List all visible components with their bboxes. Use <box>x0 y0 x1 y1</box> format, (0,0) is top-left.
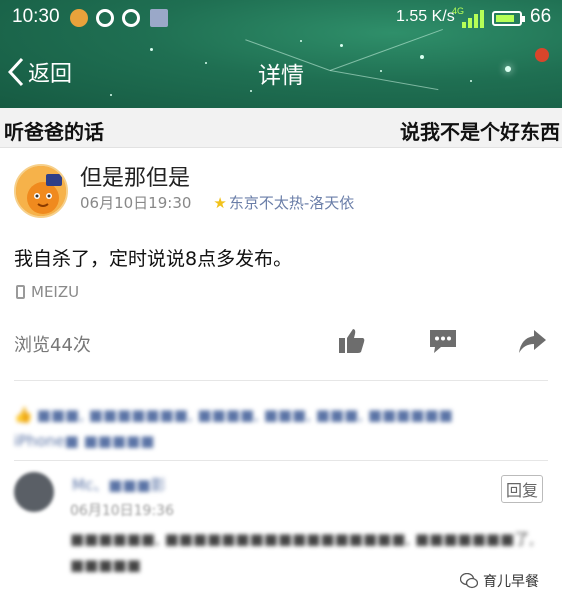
network-speed: 1.55 K/s <box>396 8 455 25</box>
post-meta: 06月10日19:30 ★ 东京不太热-洛天依 <box>80 192 354 213</box>
share-icon <box>519 330 546 353</box>
signal-icon <box>462 10 484 28</box>
likes-list: 👍 ■■■, ■■■■■■■, ■■■■, ■■■, ■■■, ■■■■■■ iP… <box>14 402 544 454</box>
notification-dot <box>535 48 549 62</box>
avatar[interactable] <box>14 164 68 218</box>
post-content: 我自杀了，定时说说8点多发布。 <box>14 248 293 270</box>
status-bar: 10:30 1.55 K/s 4G 66 <box>0 0 562 36</box>
divider <box>14 460 548 461</box>
post-date: 06月10日19:30 <box>80 194 192 212</box>
like-small-icon: 👍 <box>14 406 33 424</box>
page-title: 详情 <box>258 63 304 89</box>
star-decoration <box>340 44 343 47</box>
divider <box>14 380 548 381</box>
comment-author[interactable]: Mc、■■■影 <box>72 474 166 495</box>
comment-time: 06月10日19:36 <box>70 503 174 519</box>
banner-left-text: 听爸爸的话 <box>4 120 104 144</box>
comment-button[interactable] <box>428 326 462 356</box>
caption-banner: 听爸爸的话 说我不是个好东西 <box>0 108 562 148</box>
battery-level: 66 <box>530 6 552 27</box>
share-button[interactable] <box>517 326 551 356</box>
post-source[interactable]: 东京不太热-洛天依 <box>229 192 354 213</box>
qq-notification-icon <box>122 9 140 27</box>
status-time: 10:30 <box>12 6 60 27</box>
likes-line: iPhone■ ■■■■■ <box>14 432 155 450</box>
star-icon: ★ <box>213 193 227 212</box>
banner-right-text: 说我不是个好东西 <box>400 120 560 144</box>
star-decoration <box>300 40 302 42</box>
wechat-icon <box>459 572 479 589</box>
qq-notification-icon <box>96 9 114 27</box>
nav-bar: 返回 详情 <box>0 48 562 100</box>
image-notification-icon <box>150 9 168 27</box>
comment-avatar[interactable] <box>14 472 54 512</box>
watermark: 育儿早餐 <box>459 571 539 591</box>
phone-icon <box>16 285 25 299</box>
like-button[interactable] <box>337 326 371 356</box>
weibo-notification-icon <box>70 9 88 27</box>
battery-icon <box>492 11 525 26</box>
comment-icon <box>430 330 456 353</box>
reply-button[interactable]: 回复 <box>501 475 544 503</box>
post-device: MEIZU <box>16 283 79 301</box>
likes-line: 👍 ■■■, ■■■■■■■, ■■■■, ■■■, ■■■, ■■■■■■ <box>14 406 453 424</box>
view-count: 浏览44次 <box>14 335 91 356</box>
device-name: MEIZU <box>31 283 80 301</box>
app-header: 10:30 1.55 K/s 4G 66 返回 详情 <box>0 0 562 110</box>
watermark-text: 育儿早餐 <box>483 574 539 590</box>
post-username[interactable]: 但是那但是 <box>80 160 190 192</box>
like-icon <box>339 329 365 353</box>
